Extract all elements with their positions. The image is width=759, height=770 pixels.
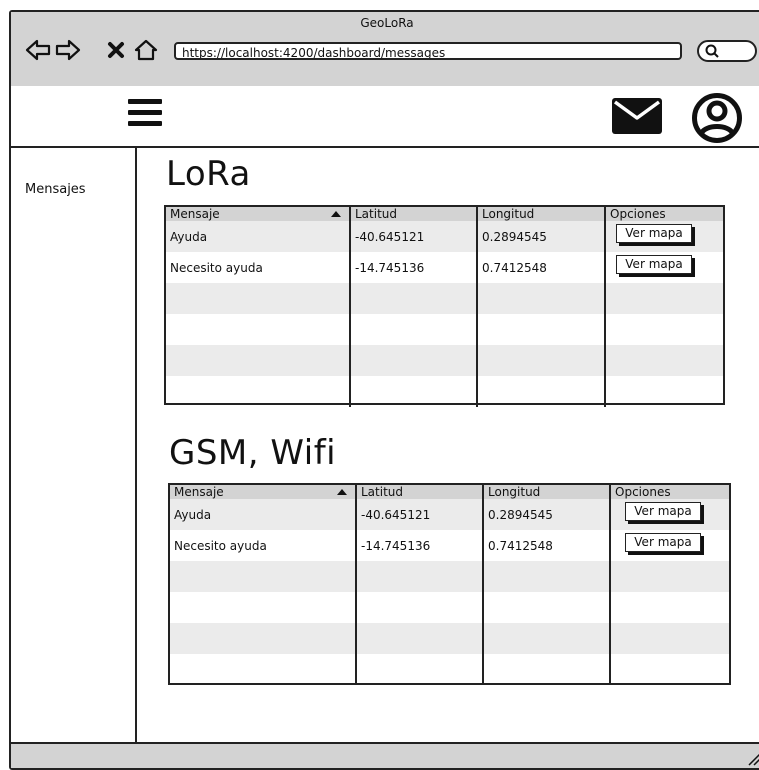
ver-mapa-button[interactable]: Ver mapa: [625, 501, 701, 521]
table-header-row: Mensaje Latitud Longitud Opciones: [170, 485, 729, 499]
resize-handle-icon[interactable]: [747, 752, 759, 766]
column-header-mensaje[interactable]: Mensaje: [170, 485, 357, 499]
table-row-empty: [170, 654, 729, 685]
table-row-empty: [166, 376, 723, 407]
mail-icon[interactable]: [612, 98, 662, 134]
window-title: GeoLoRa: [360, 16, 414, 30]
ver-mapa-button[interactable]: Ver mapa: [616, 223, 692, 243]
sidebar: Mensajes: [11, 148, 137, 742]
column-header-opciones: Opciones: [610, 485, 729, 499]
table-row-empty: [166, 283, 723, 314]
section-title-lora: LoRa: [166, 154, 251, 194]
table-header-row: Mensaje Latitud Longitud Opciones: [166, 207, 723, 221]
cell-latitud: -40.645121: [350, 221, 478, 252]
column-header-longitud[interactable]: Longitud: [477, 207, 606, 221]
table-row-empty: [166, 345, 723, 376]
ver-mapa-button[interactable]: Ver mapa: [625, 532, 701, 552]
cell-opciones: Ver mapa: [610, 499, 729, 530]
table-row[interactable]: Necesito ayuda -14.745136 0.7412548 Ver …: [170, 530, 729, 561]
cell-opciones: Ver mapa: [605, 221, 723, 252]
cell-longitud: 0.2894545: [477, 221, 606, 252]
cell-latitud: -14.745136: [350, 252, 478, 283]
table-row[interactable]: Ayuda -40.645121 0.2894545 Ver mapa: [166, 221, 723, 252]
column-header-latitud[interactable]: Latitud: [350, 207, 478, 221]
column-header-latitud[interactable]: Latitud: [356, 485, 484, 499]
table-row-empty: [170, 623, 729, 654]
app-header: [11, 86, 759, 148]
ver-mapa-button[interactable]: Ver mapa: [616, 254, 692, 274]
cell-opciones: Ver mapa: [610, 530, 729, 561]
cell-longitud: 0.7412548: [483, 530, 611, 561]
cell-mensaje: Necesito ayuda: [170, 530, 357, 561]
user-avatar-icon[interactable]: [691, 92, 743, 144]
lora-messages-table: Mensaje Latitud Longitud Opciones Ayuda …: [164, 205, 725, 407]
search-icon: [705, 44, 719, 58]
table-row-empty: [170, 592, 729, 623]
cell-latitud: -40.645121: [356, 499, 484, 530]
cell-opciones: Ver mapa: [605, 252, 723, 283]
gsm-wifi-messages-table: Mensaje Latitud Longitud Opciones Ayuda …: [168, 483, 731, 685]
home-icon[interactable]: [133, 39, 159, 61]
back-arrow-icon[interactable]: [25, 39, 51, 61]
table-row-empty: [166, 314, 723, 345]
column-header-opciones: Opciones: [605, 207, 723, 221]
table-row[interactable]: Ayuda -40.645121 0.2894545 Ver mapa: [170, 499, 729, 530]
cell-mensaje: Ayuda: [166, 221, 351, 252]
table-row-empty: [170, 561, 729, 592]
sort-ascending-icon[interactable]: [331, 211, 341, 217]
column-header-mensaje[interactable]: Mensaje: [166, 207, 351, 221]
cell-longitud: 0.7412548: [477, 252, 606, 283]
cell-mensaje: Ayuda: [170, 499, 357, 530]
table-row[interactable]: Necesito ayuda -14.745136 0.7412548 Ver …: [166, 252, 723, 283]
section-title-gsm-wifi: GSM, Wifi: [169, 433, 337, 473]
cell-mensaje: Necesito ayuda: [166, 252, 351, 283]
browser-window: GeoLoRa https://localhost:4200/dashboard…: [9, 10, 759, 770]
status-bar: [11, 742, 759, 768]
search-button[interactable]: [697, 40, 757, 62]
column-header-longitud[interactable]: Longitud: [483, 485, 611, 499]
sidebar-item-mensajes[interactable]: Mensajes: [25, 182, 86, 197]
sort-ascending-icon[interactable]: [337, 489, 347, 495]
forward-arrow-icon[interactable]: [55, 39, 81, 61]
close-icon[interactable]: [107, 39, 125, 61]
cell-longitud: 0.2894545: [483, 499, 611, 530]
hamburger-menu-icon[interactable]: [128, 99, 162, 131]
url-bar[interactable]: https://localhost:4200/dashboard/message…: [174, 42, 682, 60]
browser-titlebar: GeoLoRa https://localhost:4200/dashboard…: [11, 12, 759, 88]
cell-latitud: -14.745136: [356, 530, 484, 561]
